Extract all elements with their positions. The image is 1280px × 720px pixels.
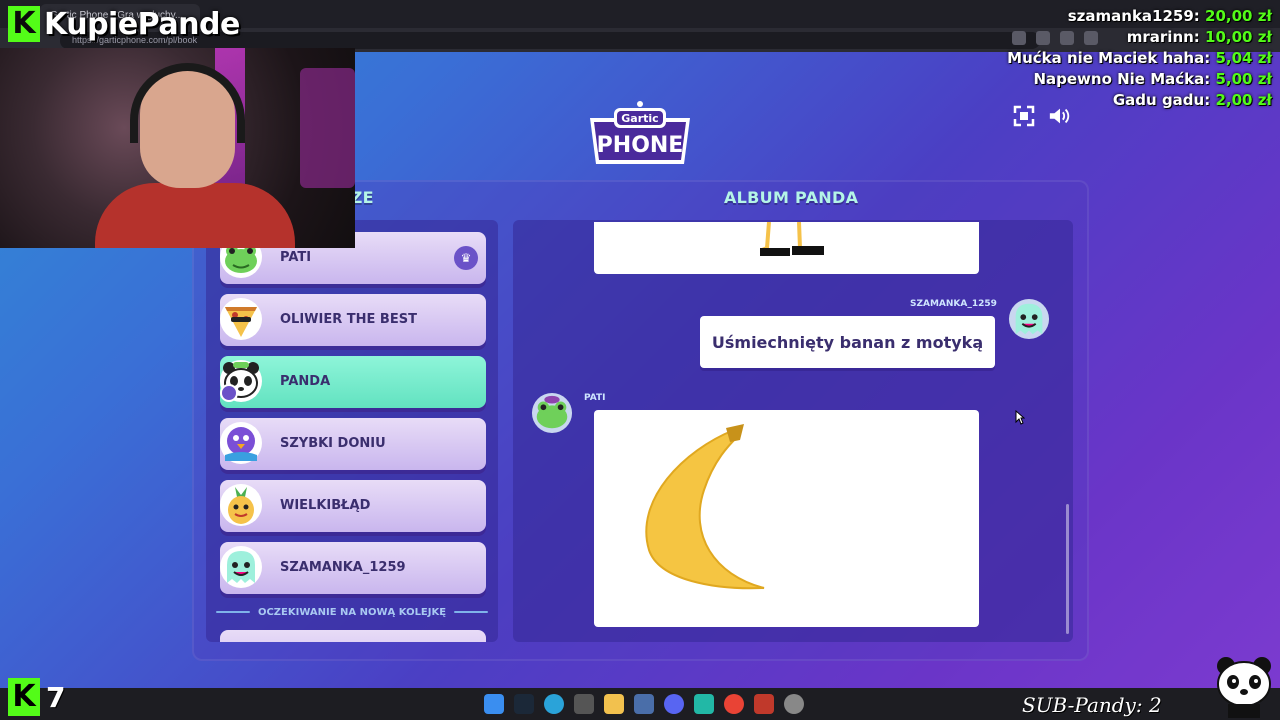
kick-logo-icon: K (8, 6, 40, 42)
neon-light (300, 68, 355, 188)
donation-entry: mrarinn: 10,00 zł (1126, 28, 1272, 46)
player-item-szybki-doniu[interactable]: SZYBKI DONIU (220, 418, 486, 470)
channel-name: KupiePande (44, 6, 240, 42)
discord-icon[interactable] (664, 694, 684, 714)
taskbar-apps (484, 694, 804, 714)
player-name: OLIWIER THE BEST (280, 312, 417, 327)
player-item-wielkiblad[interactable]: WIELKIBŁĄD (220, 480, 486, 532)
drawing-author: PATI (584, 393, 606, 403)
pizza-avatar-icon (218, 296, 264, 342)
donation-entry: szamanka1259: 20,00 zł (1067, 7, 1272, 25)
previous-drawing (594, 221, 979, 274)
app-icon[interactable] (784, 694, 804, 714)
waiting-label: OCZEKIWANIE NA NOWĄ KOLEJKĘ (257, 606, 447, 618)
svg-text:PHONE: PHONE (597, 133, 684, 158)
viewer-count: 7 (46, 680, 66, 714)
player-name: PATI (280, 250, 312, 265)
app-icon[interactable] (754, 694, 774, 714)
album-scrollbar[interactable] (1066, 504, 1069, 634)
streamer-shirt (95, 183, 295, 248)
gartic-phone-logo: Gartic PHONE (580, 100, 700, 172)
file-explorer-icon[interactable] (604, 694, 624, 714)
steam-icon[interactable] (514, 694, 534, 714)
player-item-waiting[interactable] (220, 630, 486, 642)
webcam-feed (0, 48, 355, 248)
sub-counter: SUB-Pandy: 2 (1022, 693, 1162, 717)
start-menu-icon[interactable] (484, 694, 504, 714)
player-name: WIELKIBŁĄD (280, 498, 371, 513)
svg-text:Gartic: Gartic (621, 112, 658, 125)
player-name: SZYBKI DONIU (280, 436, 386, 451)
ghost-avatar-icon (1008, 298, 1050, 340)
viewer-counter: K 7 (8, 678, 65, 716)
players-panel: PATI ♛ OLIWIER THE BEST PANDA SZYBKI DON… (206, 220, 498, 642)
donation-entry: Mućka nie Maciek haha: 5,04 zł (1007, 49, 1272, 67)
bird-avatar-icon (218, 420, 264, 466)
message-author: SZAMANKA_1259 (910, 299, 997, 309)
donation-list: szamanka1259: 20,00 zł mrarinn: 10,00 zł… (1007, 6, 1272, 111)
player-item-oliwier[interactable]: OLIWIER THE BEST (220, 294, 486, 346)
donation-entry: Napewno Nie Maćka: 5,00 zł (1033, 70, 1272, 88)
edge-icon[interactable] (544, 694, 564, 714)
donation-entry: Gadu gadu: 2,00 zł (1112, 91, 1272, 109)
stream-logo: K KupiePande (8, 2, 240, 46)
pineapple-avatar-icon (218, 482, 264, 528)
album-title: ALBUM PANDA (724, 188, 859, 207)
crown-icon: ♛ (454, 246, 478, 270)
app-icon[interactable] (634, 694, 654, 714)
banana-drawing (594, 410, 979, 627)
player-name: PANDA (280, 374, 331, 389)
ghost-avatar-icon (218, 544, 264, 590)
player-item-panda[interactable]: PANDA (220, 356, 486, 408)
frog-avatar-icon (531, 392, 573, 434)
kick-logo-icon: K (8, 678, 40, 716)
waiting-divider: OCZEKIWANIE NA NOWĄ KOLEJKĘ (216, 604, 489, 620)
you-indicator-icon (220, 384, 238, 402)
chrome-icon[interactable] (724, 694, 744, 714)
mouse-cursor-icon (1015, 409, 1026, 430)
message-bubble: Uśmiechnięty banan z motyką (700, 316, 995, 368)
player-item-szamanka[interactable]: SZAMANKA_1259 (220, 542, 486, 594)
app-icon[interactable] (694, 694, 714, 714)
obs-icon[interactable] (574, 694, 594, 714)
player-name: SZAMANKA_1259 (280, 560, 406, 575)
panda-mascot-icon (1214, 656, 1274, 718)
